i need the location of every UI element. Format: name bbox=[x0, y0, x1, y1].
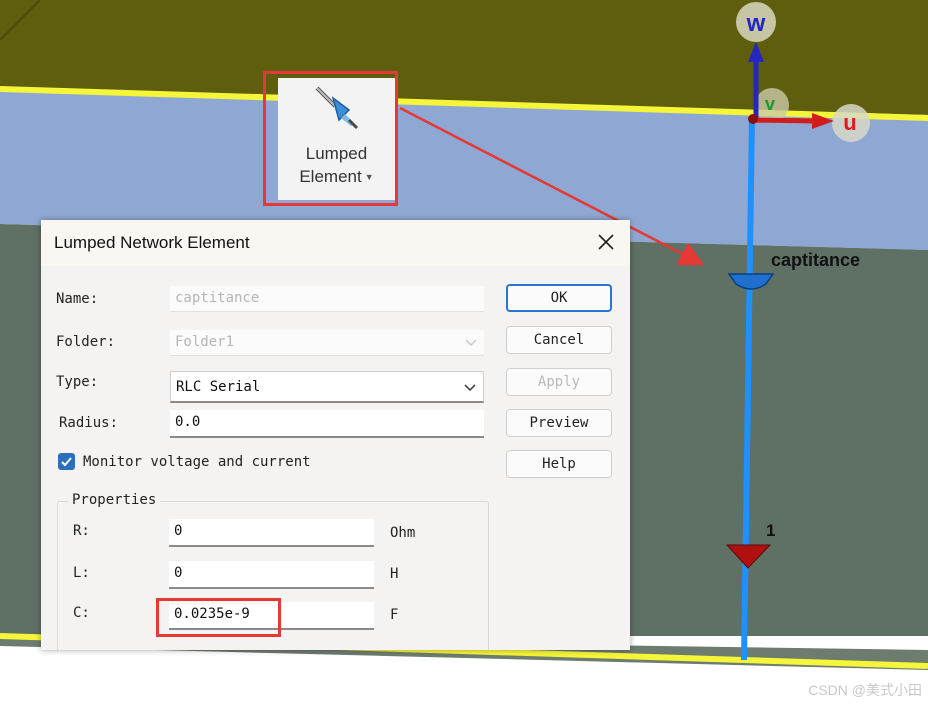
properties-group-title: Properties bbox=[68, 492, 161, 508]
u-axis-label: u bbox=[843, 110, 856, 135]
type-select[interactable]: RLC Serial bbox=[170, 371, 484, 403]
c-unit: F bbox=[390, 607, 399, 623]
folder-select[interactable]: Folder1 bbox=[170, 330, 484, 356]
v-axis-label: v bbox=[765, 94, 775, 114]
lumped-network-element-dialog: Lumped Network Element Name: captitance … bbox=[41, 220, 630, 650]
checkmark-icon bbox=[61, 457, 72, 467]
u-axis-arrow bbox=[749, 117, 817, 124]
axis-origin bbox=[748, 114, 758, 124]
cancel-button[interactable]: Cancel bbox=[506, 326, 612, 354]
type-value: RLC Serial bbox=[176, 379, 261, 395]
radius-label: Radius: bbox=[59, 415, 119, 431]
name-field[interactable]: captitance bbox=[170, 286, 484, 312]
chevron-down-icon bbox=[464, 384, 476, 392]
port-label: 1 bbox=[766, 521, 775, 540]
l-label: L: bbox=[73, 565, 90, 581]
monitor-checkbox-label[interactable]: Monitor voltage and current bbox=[83, 454, 315, 470]
w-axis-label: w bbox=[746, 10, 766, 37]
close-button[interactable] bbox=[594, 230, 618, 254]
l-unit: H bbox=[390, 566, 399, 582]
folder-value: Folder1 bbox=[175, 334, 235, 350]
chevron-down-icon bbox=[465, 339, 477, 347]
r-label: R: bbox=[73, 523, 90, 539]
r-unit: Ohm bbox=[390, 525, 416, 541]
apply-button[interactable]: Apply bbox=[506, 368, 612, 396]
ok-button[interactable]: OK bbox=[506, 284, 612, 312]
ribbon-highlight-box bbox=[263, 71, 398, 206]
name-label: Name: bbox=[56, 291, 99, 307]
type-label: Type: bbox=[56, 374, 99, 390]
help-button[interactable]: Help bbox=[506, 450, 612, 478]
c-value-highlight-box bbox=[156, 598, 281, 637]
c-label: C: bbox=[73, 605, 90, 621]
preview-button[interactable]: Preview bbox=[506, 409, 612, 437]
element-label: captitance bbox=[771, 250, 860, 270]
r-input[interactable]: 0 bbox=[169, 519, 374, 547]
monitor-checkbox[interactable] bbox=[58, 453, 75, 470]
l-input[interactable]: 0 bbox=[169, 561, 374, 589]
watermark: CSDN @美式小田 bbox=[808, 682, 922, 698]
dialog-titlebar[interactable]: Lumped Network Element bbox=[41, 220, 630, 266]
dialog-title: Lumped Network Element bbox=[54, 233, 250, 252]
folder-label: Folder: bbox=[56, 334, 116, 350]
close-icon bbox=[598, 234, 614, 250]
radius-input[interactable]: 0.0 bbox=[170, 410, 484, 438]
